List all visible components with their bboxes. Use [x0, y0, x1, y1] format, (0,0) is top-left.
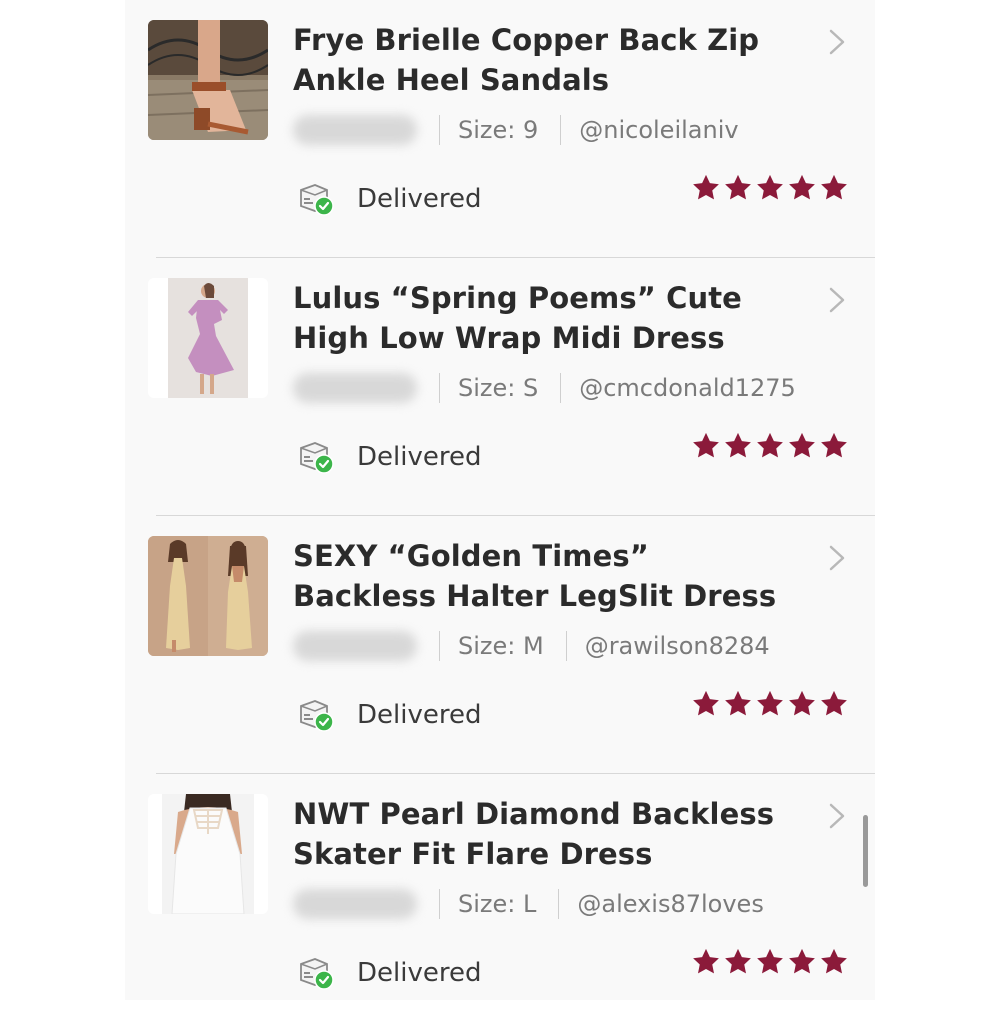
username-label[interactable]: @cmcdonald1275 — [579, 374, 796, 402]
delivery-status: Delivered — [297, 694, 481, 736]
divider — [565, 631, 567, 661]
size-label: Size: 9 — [458, 116, 539, 144]
star-icon — [821, 432, 847, 458]
delivery-status: Delivered — [297, 952, 481, 994]
star-icon — [725, 948, 751, 974]
price-blurred — [293, 373, 417, 403]
star-icon — [789, 948, 815, 974]
star-icon — [693, 948, 719, 974]
chevron-right-icon[interactable] — [825, 544, 849, 572]
price-blurred — [293, 889, 417, 919]
star-icon — [725, 432, 751, 458]
divider — [439, 631, 440, 661]
order-item[interactable]: SEXY “Golden Times” Backless Halter LegS… — [125, 516, 875, 774]
package-delivered-icon — [300, 184, 334, 216]
price-blurred — [293, 115, 417, 145]
star-icon — [821, 948, 847, 974]
order-list: Frye Brielle Copper Back Zip Ankle Heel … — [125, 0, 875, 1000]
divider — [560, 373, 562, 403]
delivery-status: Delivered — [297, 178, 481, 220]
divider — [558, 889, 560, 919]
product-title[interactable]: Lulus “Spring Poems” Cute High Low Wrap … — [293, 278, 793, 358]
username-label[interactable]: @rawilson8284 — [585, 632, 770, 660]
order-item[interactable]: Frye Brielle Copper Back Zip Ankle Heel … — [125, 0, 875, 258]
star-icon — [789, 174, 815, 200]
package-delivered-icon — [300, 442, 334, 474]
chevron-right-icon[interactable] — [825, 28, 849, 56]
status-label: Delivered — [357, 700, 482, 730]
divider — [560, 115, 562, 145]
rating-stars — [691, 431, 851, 461]
star-icon — [693, 690, 719, 716]
order-meta: Size: 9 @nicoleilaniv — [293, 110, 739, 150]
status-label: Delivered — [357, 958, 482, 988]
scrollbar-thumb[interactable] — [863, 815, 868, 887]
product-thumbnail[interactable] — [148, 794, 268, 914]
star-icon — [757, 174, 783, 200]
star-icon — [693, 432, 719, 458]
delivery-status: Delivered — [297, 436, 481, 478]
star-icon — [789, 432, 815, 458]
star-icon — [757, 690, 783, 716]
product-title[interactable]: Frye Brielle Copper Back Zip Ankle Heel … — [293, 20, 793, 100]
star-icon — [821, 174, 847, 200]
order-item[interactable]: NWT Pearl Diamond Backless Skater Fit Fl… — [125, 774, 875, 1032]
status-label: Delivered — [357, 442, 482, 472]
star-icon — [757, 948, 783, 974]
star-icon — [821, 690, 847, 716]
username-label[interactable]: @alexis87loves — [577, 890, 763, 918]
product-title[interactable]: SEXY “Golden Times” Backless Halter LegS… — [293, 536, 793, 616]
product-thumbnail[interactable] — [148, 536, 268, 656]
chevron-right-icon[interactable] — [825, 286, 849, 314]
lilac-dress-photo-icon — [148, 278, 268, 398]
size-label: Size: M — [458, 632, 544, 660]
product-thumbnail[interactable] — [148, 278, 268, 398]
star-icon — [725, 174, 751, 200]
order-item[interactable]: Lulus “Spring Poems” Cute High Low Wrap … — [125, 258, 875, 516]
username-label[interactable]: @nicoleilaniv — [579, 116, 738, 144]
star-icon — [789, 690, 815, 716]
chevron-right-icon[interactable] — [825, 802, 849, 830]
product-thumbnail[interactable] — [148, 20, 268, 140]
divider — [439, 373, 440, 403]
package-delivered-icon — [300, 700, 334, 732]
size-label: Size: L — [458, 890, 537, 918]
star-icon — [725, 690, 751, 716]
rating-stars — [691, 689, 851, 719]
star-icon — [757, 432, 783, 458]
white-dress-photo-icon — [148, 794, 268, 914]
price-blurred — [293, 631, 417, 661]
divider — [439, 889, 440, 919]
package-delivered-icon — [300, 958, 334, 990]
order-meta: Size: L @alexis87loves — [293, 884, 764, 924]
star-icon — [693, 174, 719, 200]
rating-stars — [691, 173, 851, 203]
divider — [439, 115, 440, 145]
size-label: Size: S — [458, 374, 539, 402]
product-title[interactable]: NWT Pearl Diamond Backless Skater Fit Fl… — [293, 794, 793, 874]
status-label: Delivered — [357, 184, 482, 214]
gold-dress-photo-icon — [148, 536, 268, 656]
order-meta: Size: S @cmcdonald1275 — [293, 368, 796, 408]
sandal-photo-icon — [148, 20, 268, 140]
rating-stars — [691, 947, 851, 977]
order-meta: Size: M @rawilson8284 — [293, 626, 770, 666]
